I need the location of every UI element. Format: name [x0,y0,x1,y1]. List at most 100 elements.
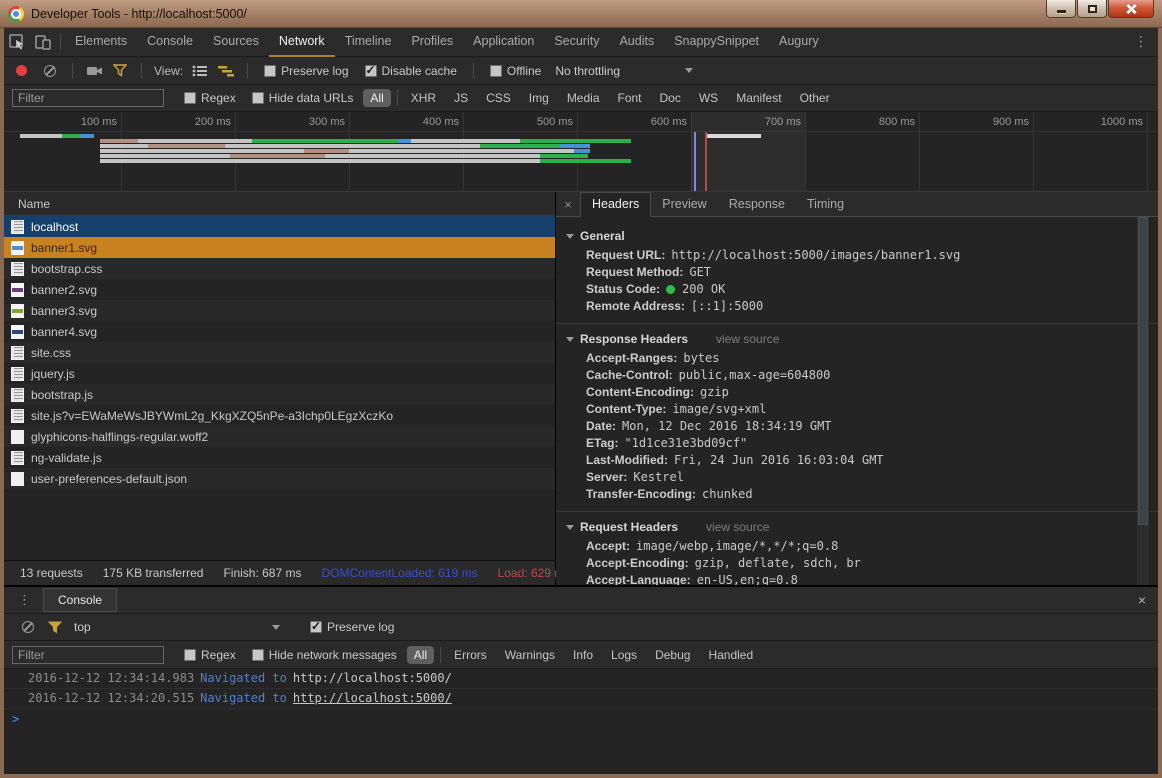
inspect-element-icon[interactable] [4,28,30,57]
filter-funnel-icon[interactable] [107,56,133,85]
header-row: Accept-Language:en-US,en;q=0.8 [556,572,1158,585]
hide-network-messages-checkbox[interactable]: Hide network messages [252,648,397,662]
network-filter-input[interactable] [12,89,164,107]
name-column-header[interactable]: Name [4,192,555,216]
request-row-bootstrap-js[interactable]: bootstrap.js [4,384,555,405]
request-row-site-css[interactable]: site.css [4,342,555,363]
filter-type-css[interactable]: CSS [479,89,518,107]
details-tab-response[interactable]: Response [718,193,796,216]
console-filter-funnel-icon[interactable] [42,613,68,642]
request-row-banner1-svg[interactable]: banner1.svg [4,237,555,258]
console-regex-checkbox[interactable]: Regex [184,648,236,662]
tab-elements[interactable]: Elements [65,28,137,57]
tab-augury[interactable]: Augury [769,28,829,57]
tab-sources[interactable]: Sources [203,28,269,57]
minimize-button[interactable] [1046,0,1076,18]
section-title[interactable]: General [556,225,1158,247]
console-level-info[interactable]: Info [566,646,600,664]
close-window-button[interactable] [1108,0,1154,18]
request-row-jquery-js[interactable]: jquery.js [4,363,555,384]
header-row: Remote Address:[::1]:5000 [556,298,1158,315]
tab-audits[interactable]: Audits [609,28,664,57]
title-bar[interactable]: Developer Tools - http://localhost:5000/ [0,0,1162,28]
section-title-text: Request Headers [580,520,678,534]
view-source-link[interactable]: view source [706,520,769,534]
header-row: ETag:"1d1ce31e3bd09cf" [556,435,1158,452]
tab-snappysnippet[interactable]: SnappySnippet [664,28,769,57]
divider [247,63,248,78]
filter-type-xhr[interactable]: XHR [404,89,443,107]
tab-profiles[interactable]: Profiles [401,28,463,57]
console-prompt[interactable]: > [4,709,1158,726]
request-row-banner3-svg[interactable]: banner3.svg [4,300,555,321]
console-level-handled[interactable]: Handled [701,646,760,664]
list-view-icon[interactable] [187,56,213,85]
close-drawer-icon[interactable]: × [1138,592,1146,608]
view-source-link[interactable]: view source [716,332,779,346]
message-url-link[interactable]: http://localhost:5000/ [293,671,452,685]
console-tab[interactable]: Console [43,588,117,612]
close-details-icon[interactable]: × [556,192,580,216]
tab-console[interactable]: Console [137,28,203,57]
section-title[interactable]: Response Headersview source [556,328,1158,350]
tab-timeline[interactable]: Timeline [335,28,402,57]
filter-type-manifest[interactable]: Manifest [729,89,788,107]
request-row-banner4-svg[interactable]: banner4.svg [4,321,555,342]
overview-request-bar [520,139,631,143]
clear-console-icon[interactable] [22,621,34,633]
request-row-site-js[interactable]: site.js?v=EWaMeWsJBYWmL2g_KkgXZQ5nPe-a3I… [4,405,555,426]
maximize-button[interactable] [1077,0,1107,18]
console-level-errors[interactable]: Errors [447,646,494,664]
filter-type-all[interactable]: All [363,89,390,107]
main-tab-bar: ElementsConsoleSourcesNetworkTimelinePro… [4,28,1158,57]
filter-type-js[interactable]: JS [447,89,475,107]
request-row-banner2-svg[interactable]: banner2.svg [4,279,555,300]
execution-context-select[interactable]: top [74,620,280,634]
network-overview-timeline[interactable]: 100 ms200 ms300 ms400 ms500 ms600 ms700 … [4,112,1158,192]
throttling-select[interactable]: No throttling [555,64,693,78]
scrollbar-thumb[interactable] [1138,217,1148,525]
filter-type-doc[interactable]: Doc [653,89,688,107]
request-row-user-preferences-default-json[interactable]: user-preferences-default.json [4,468,555,489]
header-value: Kestrel [633,469,684,486]
device-toolbar-icon[interactable] [30,28,56,57]
console-filter-input[interactable] [12,646,164,664]
console-level-all[interactable]: All [407,646,434,664]
request-row-ng-validate-js[interactable]: ng-validate.js [4,447,555,468]
console-level-logs[interactable]: Logs [604,646,644,664]
offline-checkbox[interactable]: Offline [490,64,541,78]
details-scrollbar[interactable] [1137,217,1149,585]
record-button[interactable] [16,65,27,76]
request-row-localhost[interactable]: localhost [4,216,555,237]
console-level-debug[interactable]: Debug [648,646,697,664]
disable-cache-checkbox[interactable]: Disable cache [365,64,457,78]
waterfall-view-icon[interactable] [213,56,239,85]
section-general: GeneralRequest URL:http://localhost:5000… [556,221,1158,324]
preserve-log-checkbox[interactable]: Preserve log [264,64,348,78]
filter-type-media[interactable]: Media [560,89,607,107]
more-menu-icon[interactable]: ⋮ [1134,34,1148,50]
details-tab-timing[interactable]: Timing [796,193,855,216]
clear-icon[interactable] [44,65,56,77]
filter-type-font[interactable]: Font [611,89,649,107]
details-tab-preview[interactable]: Preview [651,193,717,216]
tab-application[interactable]: Application [463,28,544,57]
drawer-menu-icon[interactable]: ⋮ [18,593,31,608]
filter-type-other[interactable]: Other [793,89,837,107]
hide-data-urls-checkbox[interactable]: Hide data URLs [252,91,354,105]
details-tab-headers[interactable]: Headers [580,192,651,217]
filter-type-ws[interactable]: WS [692,89,725,107]
header-name: Content-Type: [586,401,666,418]
console-level-warnings[interactable]: Warnings [498,646,562,664]
request-row-glyphicons-halflings-regular-woff2[interactable]: glyphicons-halflings-regular.woff2 [4,426,555,447]
filter-type-img[interactable]: Img [522,89,556,107]
tab-network[interactable]: Network [269,28,335,57]
tab-security[interactable]: Security [544,28,609,57]
message-url-link[interactable]: http://localhost:5000/ [293,691,452,705]
console-preserve-log-checkbox[interactable]: Preserve log [310,620,394,634]
section-title[interactable]: Request Headers view source [556,516,1158,538]
regex-checkbox[interactable]: Regex [184,91,236,105]
screenshot-camera-icon[interactable] [81,56,107,85]
request-row-bootstrap-css[interactable]: bootstrap.css [4,258,555,279]
generic-file-icon [11,472,24,486]
